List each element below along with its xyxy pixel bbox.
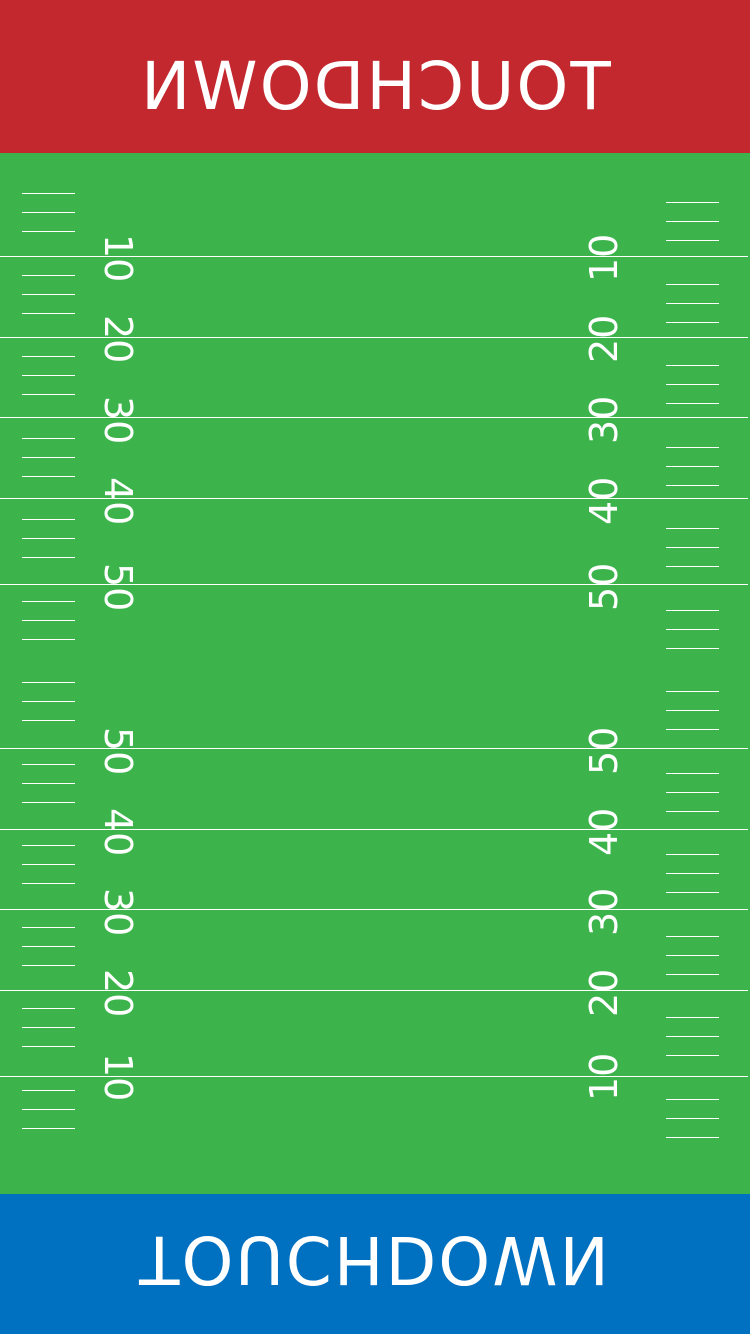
hash-mark — [666, 854, 719, 855]
hash-mark — [666, 1099, 719, 1100]
hash-mark — [22, 802, 75, 803]
hash-mark — [666, 566, 719, 567]
yard-number-left: 50 — [96, 563, 140, 612]
hash-mark — [666, 221, 719, 222]
yard-number-right: 40 — [582, 476, 626, 525]
hash-mark — [666, 773, 719, 774]
top-endzone: TOUCHDOWN — [0, 0, 750, 153]
hash-mark — [22, 764, 75, 765]
hash-mark — [666, 936, 719, 937]
hash-mark — [22, 1109, 75, 1110]
hash-mark — [22, 519, 75, 520]
hash-mark — [22, 313, 75, 314]
yard-number-left: 30 — [96, 888, 140, 937]
hash-mark — [22, 375, 75, 376]
hash-mark — [666, 528, 719, 529]
hash-mark — [22, 682, 75, 683]
yard-number-right: 20 — [582, 314, 626, 363]
hash-mark — [22, 1090, 75, 1091]
yard-number-left: 20 — [96, 969, 140, 1018]
hash-mark — [666, 892, 719, 893]
hash-mark — [666, 447, 719, 448]
hash-mark — [22, 294, 75, 295]
yard-number-right: 10 — [582, 233, 626, 282]
hash-mark — [666, 792, 719, 793]
yard-number-right: 50 — [582, 726, 626, 775]
yard-number-left: 20 — [96, 315, 140, 364]
hash-mark — [22, 193, 75, 194]
hash-mark — [666, 1118, 719, 1119]
bottom-endzone: TOUCHDOWN — [0, 1194, 750, 1334]
hash-mark — [22, 720, 75, 721]
yard-number-right: 30 — [582, 395, 626, 444]
hash-mark — [22, 275, 75, 276]
hash-mark — [666, 365, 719, 366]
hash-mark — [22, 1128, 75, 1129]
hash-mark — [22, 965, 75, 966]
hash-mark — [22, 212, 75, 213]
yard-number-right: 30 — [582, 887, 626, 936]
hash-mark — [666, 729, 719, 730]
hash-mark — [22, 438, 75, 439]
hash-mark — [666, 240, 719, 241]
hash-mark — [666, 710, 719, 711]
yard-number-left: 40 — [96, 477, 140, 526]
hash-mark — [22, 356, 75, 357]
yard-number-right: 10 — [582, 1052, 626, 1101]
hash-mark — [666, 629, 719, 630]
hash-mark — [666, 648, 719, 649]
hash-mark — [22, 1027, 75, 1028]
yard-number-left: 50 — [96, 727, 140, 776]
hash-mark — [22, 1008, 75, 1009]
hash-mark — [666, 1055, 719, 1056]
hash-mark — [22, 864, 75, 865]
hash-mark — [22, 557, 75, 558]
hash-mark — [666, 485, 719, 486]
hash-mark — [666, 202, 719, 203]
hash-mark — [22, 883, 75, 884]
yard-number-left: 40 — [96, 808, 140, 857]
hash-mark — [22, 476, 75, 477]
hash-mark — [666, 873, 719, 874]
hash-mark — [22, 927, 75, 928]
hash-mark — [666, 403, 719, 404]
hash-mark — [666, 466, 719, 467]
hash-mark — [666, 322, 719, 323]
hash-mark — [666, 384, 719, 385]
hash-mark — [22, 394, 75, 395]
hash-mark — [22, 1046, 75, 1047]
hash-mark — [22, 845, 75, 846]
hash-mark — [666, 303, 719, 304]
yard-number-left: 10 — [96, 234, 140, 283]
hash-mark — [666, 610, 719, 611]
hash-mark — [666, 955, 719, 956]
yard-number-left: 10 — [96, 1053, 140, 1102]
yard-number-right: 40 — [582, 807, 626, 856]
top-endzone-label: TOUCHDOWN — [139, 47, 611, 125]
hash-mark — [22, 601, 75, 602]
hash-mark — [666, 1137, 719, 1138]
hash-mark — [22, 783, 75, 784]
football-field: 10 20 30 40 50 50 40 30 20 10 10 20 30 4… — [0, 153, 750, 1194]
hash-mark — [666, 547, 719, 548]
yard-number-right: 20 — [582, 968, 626, 1017]
hash-mark — [22, 538, 75, 539]
hash-mark — [666, 691, 719, 692]
hash-mark — [22, 457, 75, 458]
hash-mark — [666, 811, 719, 812]
bottom-endzone-label: TOUCHDOWN — [139, 1221, 611, 1298]
yard-number-right: 50 — [582, 562, 626, 611]
yard-number-left: 30 — [96, 396, 140, 445]
hash-mark — [666, 1017, 719, 1018]
hash-mark — [22, 701, 75, 702]
hash-mark — [666, 974, 719, 975]
hash-mark — [666, 284, 719, 285]
hash-mark — [22, 946, 75, 947]
hash-mark — [666, 1036, 719, 1037]
hash-mark — [22, 639, 75, 640]
hash-mark — [22, 231, 75, 232]
hash-mark — [22, 620, 75, 621]
